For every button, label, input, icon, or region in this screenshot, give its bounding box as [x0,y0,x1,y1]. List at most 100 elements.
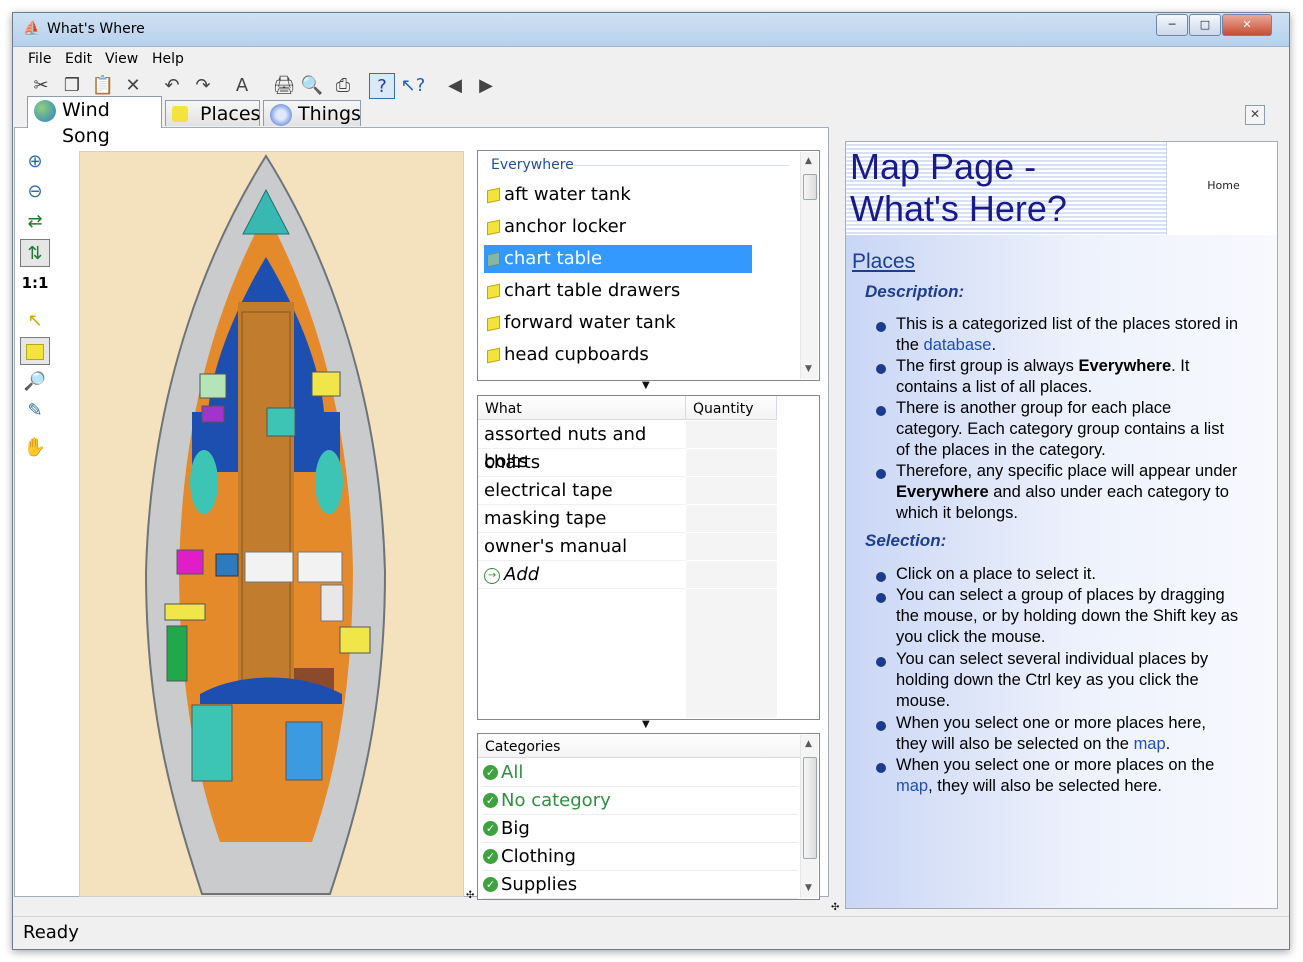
bullet-icon [876,402,890,416]
help-paragraph: Click on a place to select it. [896,565,1096,583]
splitter-handle-icon[interactable]: ▼ [642,719,650,730]
edit-place-icon[interactable]: ✎ [20,397,50,425]
menu-bar: File Edit View Help [13,47,1289,69]
place-item[interactable]: head cupboards [484,341,752,369]
description-heading: Description: [865,282,965,301]
categories-header: Categories [478,734,800,758]
actual-size-button[interactable]: 1:1 [20,269,50,297]
cube-icon [487,187,500,204]
zoom-out-icon[interactable]: ⊖ [20,178,50,206]
help-paragraph: When you select one or more places here,… [896,714,1206,753]
bullet-icon [876,318,890,332]
rename-icon[interactable]: A [229,73,255,99]
forward-icon[interactable]: ▶ [473,73,499,99]
place-item[interactable]: chart table drawers [484,277,752,305]
database-link[interactable]: database [924,336,992,354]
category-item[interactable]: ✓ All [482,759,798,787]
thing-row[interactable]: electrical tape [478,477,686,505]
splitter-grip-icon[interactable]: ✣ [831,902,839,913]
cube-icon [487,315,500,332]
print-icon[interactable]: 🖨 [271,73,297,99]
category-item[interactable]: ✓ Supplies [482,871,798,899]
place-item-label: forward water tank [504,312,676,333]
check-icon: ✓ [483,849,498,864]
scroll-thumb[interactable] [803,757,817,859]
help-paragraph: Therefore, any specific place will appea… [896,462,1238,522]
places-group-header: Everywhere [491,157,574,173]
category-item[interactable]: ✓ Big [482,815,798,843]
boat-map[interactable] [79,151,464,897]
column-header-quantity[interactable]: Quantity [686,396,777,420]
minimize-button[interactable]: ─ [1156,14,1188,36]
category-item[interactable]: ✓ Clothing [482,843,798,871]
map-link[interactable]: map [896,777,928,795]
help-section-title[interactable]: Places [852,250,915,274]
tab-places[interactable]: Places [165,100,260,126]
thing-row[interactable]: charts [478,449,686,477]
tab-wind-song[interactable]: Wind Song [27,96,162,147]
app-icon: ⛵ [23,21,41,37]
cube-icon [487,251,500,268]
undo-icon[interactable]: ↶ [159,73,185,99]
thing-row[interactable]: masking tape [478,505,686,533]
quantity-cell[interactable] [686,505,777,533]
quantity-cell[interactable] [686,533,777,561]
thing-row[interactable]: owner's manual [478,533,686,561]
back-icon[interactable]: ◀ [442,73,468,99]
places-scrollbar[interactable]: ▲ ▼ [800,152,818,379]
categories-scrollbar[interactable]: ▲ ▼ [800,735,818,898]
scroll-up-icon[interactable]: ▲ [805,739,812,749]
find-place-icon[interactable]: 🔎 [20,368,50,396]
tab-things[interactable]: Things [263,100,361,126]
thing-row[interactable]: assorted nuts and bolts [478,421,686,472]
category-item[interactable]: ✓ No category [482,787,798,815]
help-paragraph: There is another group for each place cat… [896,399,1225,459]
category-label: Supplies [501,874,578,895]
quantity-cell[interactable] [686,477,777,505]
menu-file[interactable]: File [28,51,51,67]
window-title: What's Where [47,21,145,37]
scroll-up-icon[interactable]: ▲ [805,156,812,166]
menu-view[interactable]: View [105,51,138,67]
place-item-selected[interactable]: chart table [484,245,752,273]
tab-close-button[interactable]: ✕ [1245,105,1265,125]
place-item[interactable]: aft water tank [484,181,752,209]
select-place-icon[interactable]: ↖ [20,307,50,335]
place-item[interactable]: forward water tank [484,309,752,337]
scroll-thumb[interactable] [803,174,817,200]
map-link[interactable]: map [1134,735,1166,753]
place-item[interactable]: anchor locker [484,213,752,241]
check-icon: ✓ [483,793,498,808]
fit-height-icon[interactable]: ⇅ [20,239,50,267]
scroll-down-icon[interactable]: ▼ [805,364,812,374]
category-label: No category [501,790,611,811]
close-button[interactable]: ✕ [1222,14,1272,36]
tab-places-label: Places [200,103,261,125]
help-title: Map Page - What's Here? [850,146,1067,229]
add-thing-row[interactable]: → Add [478,561,686,589]
help-icon[interactable]: ? [369,73,395,99]
category-label: Clothing [501,846,576,867]
page-setup-icon[interactable]: ⎙ [330,73,356,99]
title-bar: ⛵ What's Where ─ □ ✕ [13,13,1289,47]
print-preview-icon[interactable]: 🔍 [299,73,325,99]
pan-hand-icon[interactable]: ✋ [20,434,50,462]
whats-this-icon[interactable]: ↖? [400,73,426,99]
fit-width-icon[interactable]: ⇄ [20,208,50,236]
quantity-cell[interactable] [686,449,777,477]
categories-list: Categories ✓ All ✓ No category ✓ Big ✓ Cloth… [477,733,820,900]
place-tool-icon[interactable] [20,337,50,365]
scroll-down-icon[interactable]: ▼ [805,883,812,893]
zoom-in-icon[interactable]: ⊕ [20,148,50,176]
place-item-label: head cupboards [504,344,649,365]
maximize-button[interactable]: □ [1189,14,1221,36]
globe-icon [34,100,56,122]
splitter-handle-icon[interactable]: ▼ [642,380,650,391]
splitter-grip-icon[interactable]: ✣ [466,890,474,901]
menu-help[interactable]: Help [152,51,184,67]
home-link[interactable]: Home [1166,142,1277,235]
redo-icon[interactable]: ↷ [190,73,216,99]
column-header-what[interactable]: What [478,396,686,420]
menu-edit[interactable]: Edit [65,51,92,67]
quantity-cell[interactable] [686,421,777,449]
